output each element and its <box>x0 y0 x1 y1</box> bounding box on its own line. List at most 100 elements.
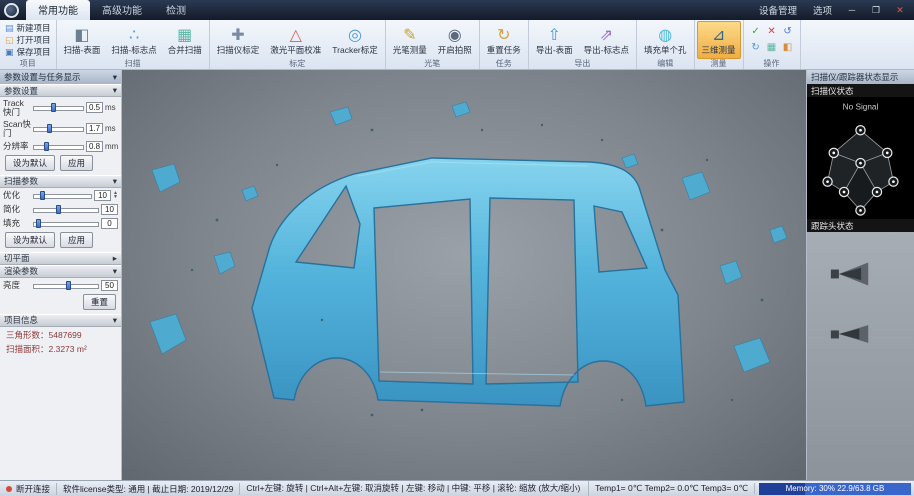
tab-common-functions[interactable]: 常用功能 <box>26 0 90 20</box>
brightness-label: 亮度 <box>3 281 31 290</box>
brightness-row: 亮度 50 <box>0 278 121 292</box>
connection-status-icon <box>6 486 12 492</box>
ribbon-group-edit: ◍ 填充单个孔 编辑 <box>637 20 695 69</box>
scan-shutter-slider[interactable] <box>33 123 84 134</box>
main-area: 参数设置与任务显示 ▾ 参数设置 ▾ Track快门 0.5 ms Scan快门… <box>0 70 914 480</box>
track-shutter-value[interactable]: 0.5 <box>86 102 103 113</box>
export-surface-button[interactable]: ⇧ 导出-表面 <box>531 21 578 59</box>
chevron-down-icon[interactable]: ▾ <box>113 72 117 83</box>
start-photo-button[interactable]: ◉ 开启拍照 <box>433 21 477 59</box>
set-default-button[interactable]: 设为默认 <box>5 155 55 171</box>
confirm-icon[interactable]: ✓ <box>749 25 763 39</box>
menu-device-management[interactable]: 设备管理 <box>751 3 805 17</box>
new-project-label: 新建项目 <box>17 22 51 34</box>
open-project-button[interactable]: ◱ 打开项目 <box>2 34 54 46</box>
stylus-measure-button[interactable]: ✎ 光笔测量 <box>388 21 432 59</box>
resolution-row: 分辨率 0.8 mm <box>0 139 121 153</box>
status-panel: 扫描仪/跟踪器状态显示 扫描仪状态 No Signal <box>806 70 914 480</box>
group-label-operations: 操作 <box>746 59 798 69</box>
menu-options[interactable]: 选项 <box>805 3 840 17</box>
titlebar: 常用功能 高级功能 检测 设备管理 选项 ─ ❐ ✕ <box>0 0 914 20</box>
save-project-label: 保存项目 <box>17 46 51 58</box>
tracker-status-title: 跟踪头状态 <box>807 219 914 232</box>
cancel-icon[interactable]: ✕ <box>765 25 779 39</box>
fill-value[interactable]: 0 <box>101 218 118 229</box>
simplify-row: 简化 10 <box>0 202 121 216</box>
resolution-unit: mm <box>105 142 118 151</box>
slider-thumb[interactable] <box>40 191 45 200</box>
apply-button[interactable]: 应用 <box>60 232 93 248</box>
merge-scan-icon: ▦ <box>177 27 192 45</box>
simplify-slider[interactable] <box>33 204 99 215</box>
simplify-value[interactable]: 10 <box>101 204 118 215</box>
ribbon-group-project: ▤ 新建项目 ◱ 打开项目 ▣ 保存项目 项目 <box>0 20 57 69</box>
resolution-value[interactable]: 0.8 <box>86 141 103 152</box>
set-default-button[interactable]: 设为默认 <box>5 232 55 248</box>
slider-thumb[interactable] <box>51 103 56 112</box>
fill-slider[interactable] <box>33 218 99 229</box>
undo-icon[interactable]: ↺ <box>781 25 795 39</box>
ribbon-group-scan: ◧ 扫描-表面 ∴ 扫描-标志点 ▦ 合并扫描 扫描 <box>57 20 210 69</box>
3d-viewport[interactable] <box>122 70 806 480</box>
close-button[interactable]: ✕ <box>888 3 912 18</box>
section-header-clip-plane[interactable]: 切平面 ▸ <box>0 252 121 265</box>
tracker-head-front-icon <box>827 258 881 290</box>
section-header-scan-params[interactable]: 扫描参数 ▾ <box>0 175 121 188</box>
chevron-down-icon: ▾ <box>113 315 117 326</box>
optimize-value[interactable]: 10 <box>94 190 111 201</box>
brightness-slider[interactable] <box>33 280 99 291</box>
export-markers-button[interactable]: ⇗ 导出-标志点 <box>579 21 634 59</box>
minimize-button[interactable]: ─ <box>840 3 864 18</box>
measure-3d-button[interactable]: ⊿ 三维测量 <box>697 21 741 59</box>
scan-surface-button[interactable]: ◧ 扫描-表面 <box>59 21 106 59</box>
fill-single-hole-button[interactable]: ◍ 填充单个孔 <box>639 21 692 59</box>
ribbon-tabs: 常用功能 高级功能 检测 <box>26 0 198 20</box>
save-project-button[interactable]: ▣ 保存项目 <box>2 46 54 58</box>
scanner-wireframe-graphic: No Signal <box>807 97 914 219</box>
resolution-slider[interactable] <box>33 141 84 152</box>
optimize-spinner[interactable]: ▲▼ <box>113 191 118 200</box>
slider-thumb[interactable] <box>36 219 41 228</box>
track-shutter-slider[interactable] <box>33 102 84 113</box>
section-header-project-info[interactable]: 项目信息 ▾ <box>0 314 121 327</box>
scan-scene <box>122 70 806 480</box>
scanner-calibration-button[interactable]: ✚ 扫描仪标定 <box>212 21 265 59</box>
group-label-task: 任务 <box>482 59 526 69</box>
tab-advanced-functions[interactable]: 高级功能 <box>90 0 154 20</box>
brightness-value[interactable]: 50 <box>101 280 118 291</box>
apply-button[interactable]: 应用 <box>60 155 93 171</box>
mesh-view-icon[interactable]: ▦ <box>765 41 779 55</box>
reset-render-button[interactable]: 重置 <box>83 294 116 310</box>
ribbon-group-task: ↻ 重置任务 任务 <box>480 20 529 69</box>
chevron-down-icon: ▾ <box>113 85 117 96</box>
ribbon-group-stylus: ✎ 光笔测量 ◉ 开启拍照 光笔 <box>386 20 480 69</box>
tracker-head-side-icon <box>827 318 881 350</box>
optimize-slider[interactable] <box>33 190 92 201</box>
merge-scan-button[interactable]: ▦ 合并扫描 <box>163 21 207 59</box>
slider-thumb[interactable] <box>47 124 52 133</box>
app-window: 常用功能 高级功能 检测 设备管理 选项 ─ ❐ ✕ ▤ 新建项目 ◱ 打开项目 <box>0 0 914 496</box>
scanner-status-display: No Signal <box>807 97 914 219</box>
fill-row: 填充 0 <box>0 216 121 230</box>
scan-surface-icon: ◧ <box>74 27 89 45</box>
scan-markers-button[interactable]: ∴ 扫描-标志点 <box>106 21 161 59</box>
laser-plane-calibration-button[interactable]: △ 激光平面校准 <box>265 21 326 59</box>
save-project-icon: ▣ <box>5 48 14 57</box>
status-bar: 断开连接 软件license类型: 通用 | 截止日期: 2019/12/29 … <box>0 480 914 496</box>
slider-thumb[interactable] <box>66 281 71 290</box>
scan-shutter-value[interactable]: 1.7 <box>86 123 103 134</box>
slider-thumb[interactable] <box>56 205 61 214</box>
tracker-calibration-button[interactable]: ◎ Tracker标定 <box>327 21 383 59</box>
new-project-button[interactable]: ▤ 新建项目 <box>2 22 54 34</box>
display-icon[interactable]: ◧ <box>781 41 795 55</box>
maximize-button[interactable]: ❐ <box>864 3 888 18</box>
reset-task-button[interactable]: ↻ 重置任务 <box>482 21 526 59</box>
slider-thumb[interactable] <box>44 142 49 151</box>
tab-inspection[interactable]: 检测 <box>154 0 198 20</box>
app-logo-icon <box>4 3 19 18</box>
redo-icon[interactable]: ↻ <box>749 41 763 55</box>
section-header-parameters[interactable]: 参数设置 ▾ <box>0 84 121 97</box>
section-header-render-params[interactable]: 渲染参数 ▾ <box>0 265 121 278</box>
reset-task-icon: ↻ <box>497 27 510 45</box>
track-shutter-label: Track快门 <box>3 99 31 117</box>
